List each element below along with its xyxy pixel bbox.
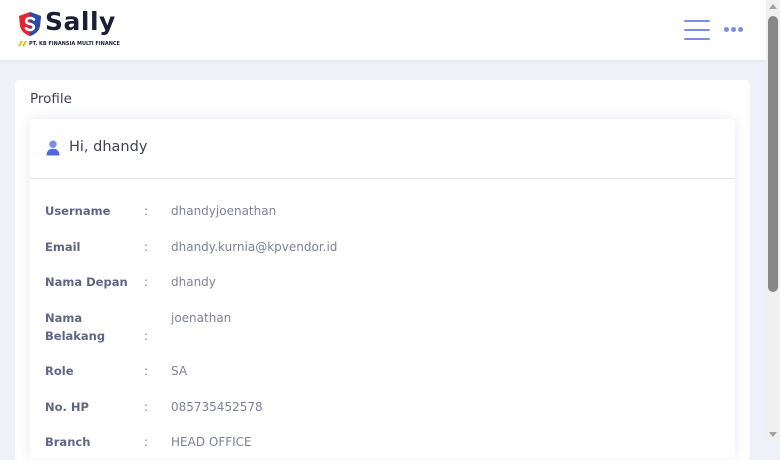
more-horizontal-icon xyxy=(724,27,729,32)
menu-toggle-button[interactable] xyxy=(684,19,710,41)
email-value: dhandy.kurnia@kpvendor.id xyxy=(171,240,338,254)
field-separator: : xyxy=(144,364,149,378)
scrollbar-thumb[interactable] xyxy=(768,16,778,292)
more-options-button[interactable] xyxy=(723,22,747,36)
more-dot xyxy=(731,27,736,32)
field-separator: : xyxy=(144,329,149,343)
greeting-heading: Hi, dhandy xyxy=(69,139,148,155)
card-divider xyxy=(30,178,735,179)
field-separator: : xyxy=(144,204,149,218)
role-value: SA xyxy=(171,364,188,378)
first-name-value: dhandy xyxy=(171,275,216,289)
username-value: dhandyjoenathan xyxy=(171,204,277,218)
profile-panel: Profile Hi, dhandy Username : dhandyjoen… xyxy=(15,80,750,460)
phone-label: No. HP xyxy=(45,400,89,414)
vertical-scrollbar[interactable] xyxy=(766,0,780,441)
last-name-value: joenathan xyxy=(171,311,232,325)
field-separator: : xyxy=(144,400,149,414)
last-name-label: Nama Belakang xyxy=(45,311,106,343)
profile-card: Hi, dhandy Username : dhandyjoenathan Em… xyxy=(30,119,735,459)
hamburger-icon xyxy=(684,20,710,22)
field-separator: : xyxy=(144,435,149,449)
field-separator: : xyxy=(144,275,149,289)
email-label: Email xyxy=(45,240,81,254)
brand-tagline: PT. KB FINANSIA MULTI FINANCE xyxy=(29,41,120,47)
hamburger-icon-line xyxy=(684,29,710,31)
hamburger-icon-line xyxy=(684,38,710,40)
kb-mark-icon xyxy=(18,41,27,46)
branch-label: Branch xyxy=(45,435,91,449)
top-bar: Sally PT. KB FINANSIA MULTI FINANCE xyxy=(0,0,766,60)
phone-value: 085735452578 xyxy=(171,400,263,414)
more-dot xyxy=(738,27,743,32)
page-title: Profile xyxy=(30,91,72,107)
brand-logo[interactable]: Sally PT. KB FINANSIA MULTI FINANCE xyxy=(18,7,128,51)
branch-value: HEAD OFFICE xyxy=(171,435,252,449)
user-icon xyxy=(46,140,60,156)
shield-logo-icon xyxy=(19,12,41,36)
scroll-down-icon[interactable] xyxy=(769,432,777,437)
field-separator: : xyxy=(144,240,149,254)
username-label: Username xyxy=(45,204,111,218)
role-label: Role xyxy=(45,364,74,378)
scroll-up-icon[interactable] xyxy=(769,4,777,9)
first-name-label: Nama Depan xyxy=(45,275,128,289)
brand-name: Sally xyxy=(45,7,116,36)
